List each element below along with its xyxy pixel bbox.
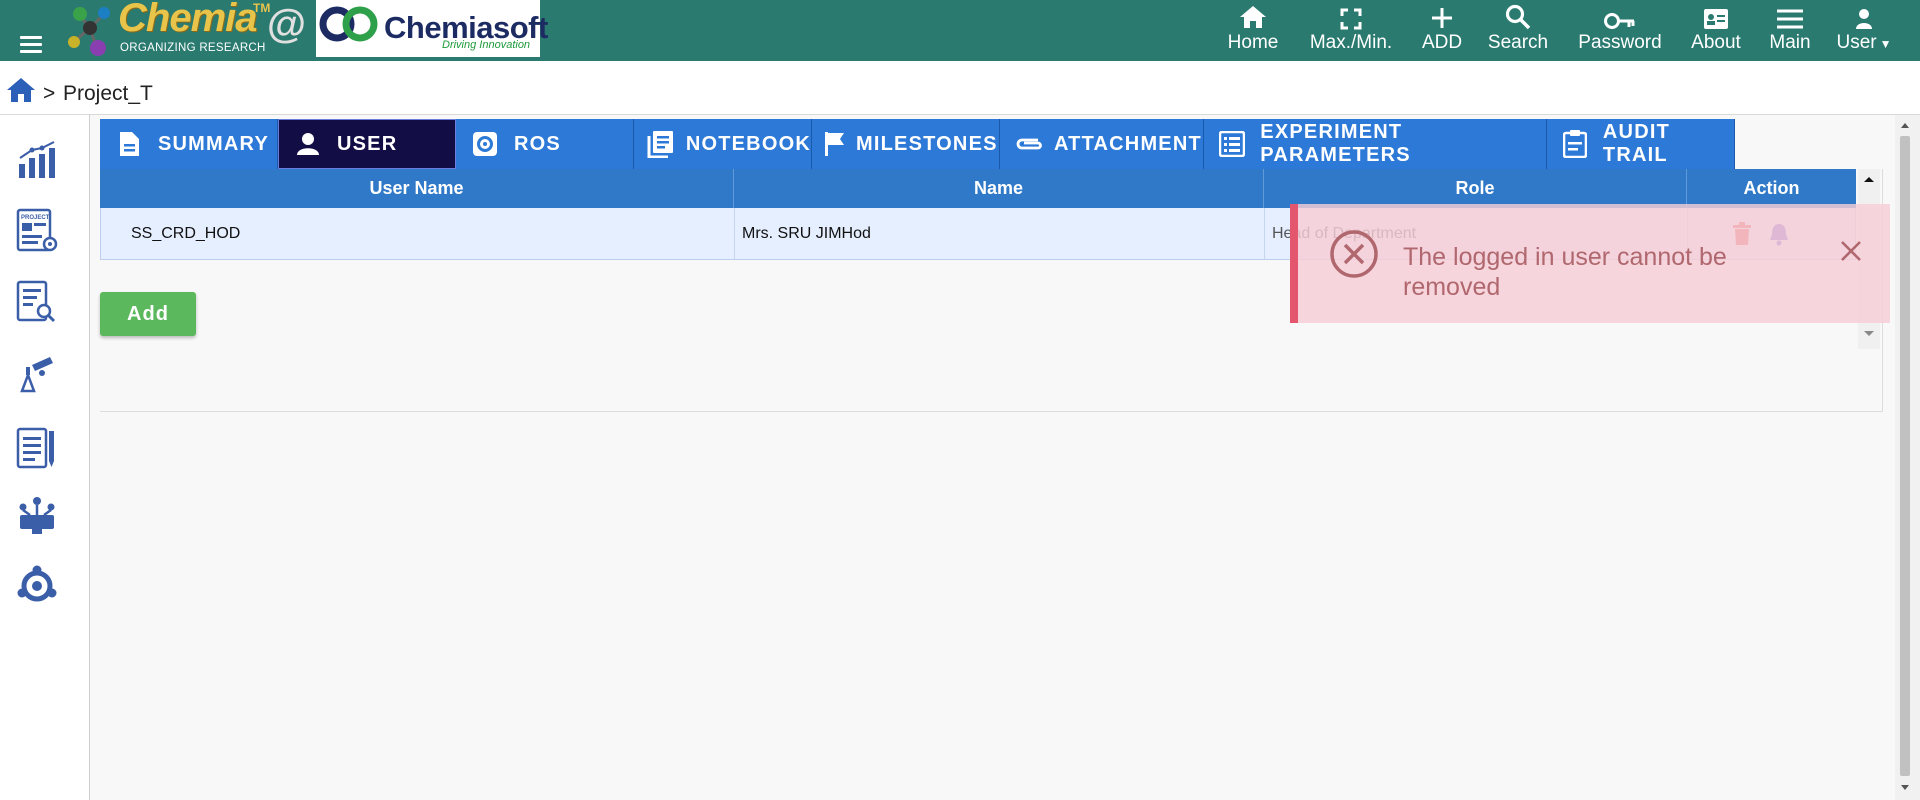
nav-search-label: Search — [1487, 32, 1549, 53]
network-monitor-icon — [19, 497, 55, 534]
tab-milestones-label: MILESTONES — [856, 132, 998, 155]
caret-down-icon: ▼ — [1879, 37, 1892, 51]
tab-notebook[interactable]: NOTEBOOK — [634, 119, 812, 169]
nav-about-label: About — [1691, 32, 1741, 53]
nav-search[interactable]: Search — [1485, 0, 1551, 61]
tab-experiment-parameters-label: EXPERIMENT PARAMETERS — [1260, 121, 1411, 166]
nav-password-label: Password — [1578, 32, 1662, 53]
menu-icon — [1777, 9, 1803, 29]
close-icon[interactable] — [1838, 238, 1864, 264]
plus-icon — [1432, 8, 1452, 28]
chemiasoft-rings-icon — [319, 6, 378, 42]
nav-add-label: ADD — [1421, 32, 1463, 53]
nav-maximize-label: Max./Min. — [1309, 32, 1393, 53]
sidebar-item-dashboard[interactable] — [16, 140, 58, 182]
molecule-logo-icon — [68, 7, 110, 56]
sidebar-item-experiment[interactable] — [16, 353, 58, 395]
nav-main-label: Main — [1769, 32, 1811, 53]
home-icon — [7, 78, 35, 102]
bar-chart-icon — [19, 141, 55, 178]
document-icon — [120, 132, 139, 156]
nav-user[interactable]: User ▼ — [1834, 0, 1894, 61]
nav-home-label: Home — [1227, 32, 1279, 53]
tab-experiment-parameters[interactable]: EXPERIMENT PARAMETERS — [1204, 119, 1547, 169]
home-icon — [1240, 6, 1266, 28]
cell-name: Mrs. SRU JIMHod — [735, 208, 1265, 259]
nav-password[interactable]: Password — [1572, 0, 1668, 61]
sidebar-item-workflow[interactable] — [16, 495, 58, 537]
tab-notebook-label: NOTEBOOK — [685, 132, 811, 155]
tab-ros[interactable]: ROS — [456, 119, 634, 169]
chemiasoft-logo: Chemiasoft Driving Innovation — [316, 0, 548, 57]
toast-message: The logged in user cannot be removed — [1403, 243, 1727, 301]
fullscreen-icon — [1340, 8, 1362, 30]
add-user-button[interactable]: Add — [100, 292, 196, 336]
sidebar-item-settings[interactable] — [16, 565, 58, 607]
error-circle-icon — [1330, 230, 1378, 278]
page-scroll-up-icon[interactable] — [1895, 119, 1915, 131]
tab-summary-label: SUMMARY — [158, 132, 269, 155]
tab-summary[interactable]: SUMMARY — [100, 119, 278, 169]
cycle-gear-icon — [17, 565, 57, 602]
notebook-pen-icon — [16, 427, 54, 469]
column-header-user-name[interactable]: User Name — [100, 169, 734, 208]
cell-user-name: SS_CRD_HOD — [101, 208, 735, 259]
page-scroll-down-icon[interactable] — [1895, 782, 1915, 794]
tab-attachment[interactable]: ATTACHMENT — [1000, 119, 1204, 169]
tab-ros-label: ROS — [514, 132, 561, 155]
chemia-logo: Chemia TM ORGANIZING RESEARCH @ — [62, 0, 307, 61]
document-search-icon — [16, 280, 56, 323]
flag-icon — [825, 132, 844, 156]
nav-main[interactable]: Main — [1762, 0, 1818, 61]
column-header-name[interactable]: Name — [734, 169, 1264, 208]
left-sidebar: PROJECT — [0, 115, 90, 800]
brand-tagline: ORGANIZING RESEARCH — [120, 42, 266, 54]
project-tabs: SUMMARY USER ROS NOTEBOOK MILESTONES ATT… — [100, 119, 1735, 169]
sidebar-item-notebook[interactable] — [16, 425, 58, 469]
key-icon — [1604, 13, 1635, 29]
notebook-icon — [647, 131, 673, 158]
nav-about[interactable]: About — [1688, 0, 1744, 61]
breadcrumb-separator: > — [43, 82, 56, 105]
scroll-up-icon[interactable] — [1858, 169, 1880, 191]
error-toast: The logged in user cannot be removed — [1290, 204, 1890, 323]
tab-audit-trail-label: AUDIT TRAIL — [1602, 121, 1671, 166]
audit-icon — [1562, 130, 1587, 158]
breadcrumb: > Project_T — [0, 61, 1920, 115]
tab-milestones[interactable]: MILESTONES — [812, 119, 1000, 169]
tab-audit-trail[interactable]: AUDIT TRAIL — [1547, 119, 1735, 169]
at-symbol: @ — [267, 2, 307, 46]
page-scrollbar[interactable] — [1895, 115, 1920, 800]
tab-attachment-label: ATTACHMENT — [1054, 132, 1202, 155]
column-header-action[interactable]: Action — [1687, 169, 1856, 208]
grid-header: User Name Name Role Action — [100, 169, 1856, 208]
search-icon — [1505, 4, 1531, 30]
nav-maximize[interactable]: Max./Min. — [1303, 0, 1399, 61]
user-icon — [297, 133, 319, 155]
user-icon — [1856, 9, 1872, 29]
nav-user-label: User ▼ — [1836, 32, 1892, 53]
hamburger-menu-icon[interactable] — [20, 36, 42, 54]
nav-add[interactable]: ADD — [1418, 0, 1466, 61]
tab-user[interactable]: USER — [278, 119, 456, 169]
tab-user-label: USER — [337, 132, 398, 155]
breadcrumb-home-link[interactable] — [6, 77, 36, 108]
page-scroll-thumb[interactable] — [1900, 136, 1910, 776]
breadcrumb-current: Project_T — [63, 82, 153, 105]
top-bar: Chemia TM ORGANIZING RESEARCH @ Chemiaso… — [0, 0, 1920, 61]
brand-name: Chemia — [118, 0, 257, 40]
column-header-role[interactable]: Role — [1264, 169, 1687, 208]
scroll-down-icon[interactable] — [1858, 322, 1880, 344]
sidebar-item-project[interactable]: PROJECT — [16, 208, 58, 252]
project-icon: PROJECT — [16, 208, 58, 252]
paperclip-icon — [1016, 138, 1042, 150]
gear-icon — [473, 132, 497, 156]
svg-text:PROJECT: PROJECT — [21, 215, 50, 221]
id-card-icon — [1704, 9, 1728, 29]
sidebar-item-search-records[interactable] — [16, 280, 58, 323]
nav-home[interactable]: Home — [1225, 0, 1281, 61]
microscope-icon — [20, 357, 53, 393]
list-icon — [1219, 131, 1246, 157]
partner-tagline: Driving Innovation — [442, 39, 531, 51]
